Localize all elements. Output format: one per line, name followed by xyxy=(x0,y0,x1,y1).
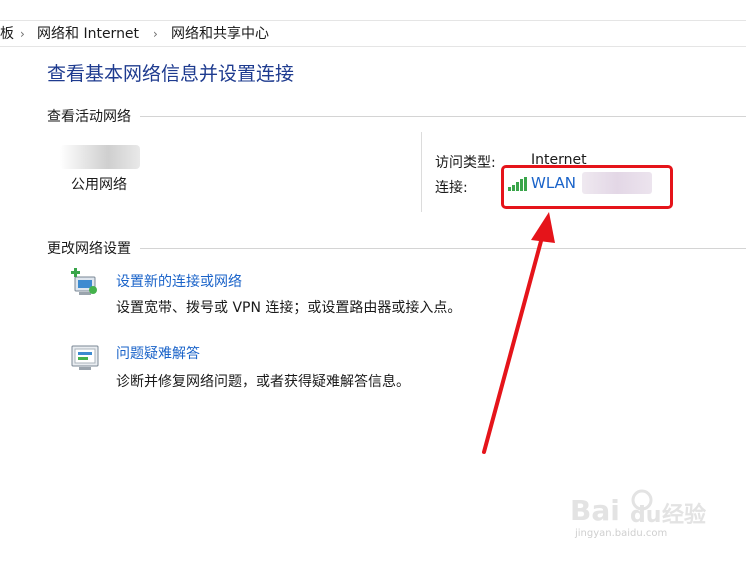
baidu-watermark-logo: Bai du 经验 xyxy=(570,489,706,528)
breadcrumb-item-control-panel[interactable]: 板 xyxy=(0,21,14,47)
breadcrumb: 板 › 网络和 Internet › 网络和共享中心 xyxy=(0,20,746,47)
annotation-highlight-box xyxy=(501,165,673,209)
new-connection-icon xyxy=(71,268,97,295)
section-divider xyxy=(140,248,746,249)
access-type-label: 访问类型: xyxy=(435,155,496,171)
chevron-right-icon[interactable]: › xyxy=(153,21,158,47)
breadcrumb-item-network-internet[interactable]: 网络和 Internet xyxy=(37,21,139,47)
svg-text:Bai: Bai xyxy=(570,494,620,527)
network-type-link[interactable]: 公用网络 xyxy=(71,174,127,194)
troubleshoot-description: 诊断并修复网络问题，或者获得疑难解答信息。 xyxy=(116,374,410,390)
network-name-redacted xyxy=(60,145,140,169)
watermark-url: jingyan.baidu.com xyxy=(575,528,668,539)
connection-label: 连接: xyxy=(435,180,468,196)
breadcrumb-item-sharing-center[interactable]: 网络和共享中心 xyxy=(171,21,269,47)
change-settings-section-title: 更改网络设置 xyxy=(47,238,137,258)
troubleshoot-link[interactable]: 问题疑难解答 xyxy=(116,343,200,363)
setup-connection-link[interactable]: 设置新的连接或网络 xyxy=(116,271,242,291)
page-title: 查看基本网络信息并设置连接 xyxy=(47,63,295,85)
window-top-strip xyxy=(0,0,746,20)
chevron-right-icon[interactable]: › xyxy=(20,21,25,47)
section-divider xyxy=(140,116,746,117)
vertical-divider xyxy=(421,132,422,212)
svg-text:经验: 经验 xyxy=(662,502,706,528)
active-network-section-title: 查看活动网络 xyxy=(47,106,137,126)
setup-connection-description: 设置宽带、拨号或 VPN 连接；或设置路由器或接入点。 xyxy=(116,300,462,316)
troubleshoot-icon xyxy=(71,345,99,370)
svg-text:du: du xyxy=(630,503,661,528)
